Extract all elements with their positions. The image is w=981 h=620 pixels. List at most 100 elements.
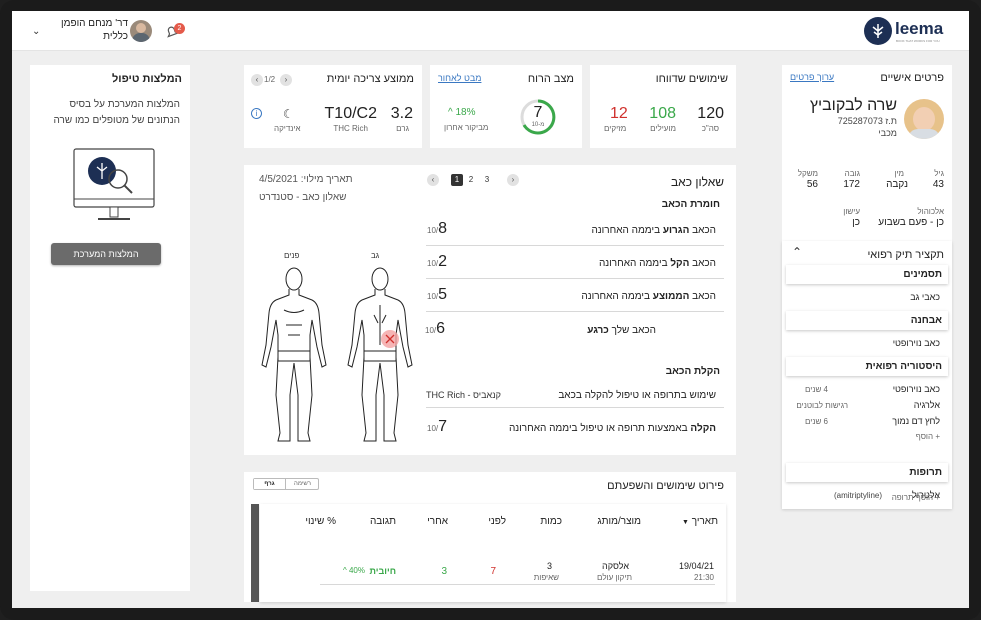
user-role: כללית: [103, 31, 128, 42]
pain-next-icon[interactable]: ›: [507, 174, 519, 186]
recommend-title: המלצות טיפול: [111, 73, 182, 85]
score-value: 7: [438, 418, 448, 435]
medical-title: תקציר תיק רפואי: [867, 249, 944, 261]
alcohol-value: כן - פעם בשבוע: [878, 217, 944, 228]
details-title: פירוט שימושים והשפעתם: [607, 480, 724, 492]
patient-hmo: מכבי: [878, 128, 897, 138]
page-2-button[interactable]: 2: [465, 174, 477, 186]
app-screen: ⌄ דר' מנחם הופמן כללית 2 leema BOOK THAT…: [12, 11, 969, 608]
avg-indication-label: אינדיקה: [274, 124, 301, 133]
usage-total-label: סה"כ: [701, 124, 719, 133]
personal-details-card: פרטים אישיים ערוך פרטים שרה לבקוביץ ת.ז …: [782, 65, 952, 241]
row-pre: הכאב שלך: [608, 325, 656, 336]
usage-helpful-value: 108: [649, 105, 676, 122]
smoking-label: עישון: [843, 207, 860, 216]
prev-icon[interactable]: ‹: [251, 74, 263, 86]
med-detail: (amitriptyline): [834, 491, 883, 500]
chevron-up-icon[interactable]: ⌃: [792, 245, 802, 259]
add-med-label: הוסף תרופה: [891, 493, 934, 502]
relief-row-score: 10/7: [427, 418, 447, 436]
pain-title: שאלון כאב: [671, 175, 724, 189]
symptom-item: כאבי גב: [910, 292, 940, 302]
col-before: לפני: [488, 516, 506, 527]
divider: [426, 407, 724, 408]
page-1-button[interactable]: 1: [451, 174, 463, 186]
row-bold: הקל: [670, 258, 690, 269]
notification-badge: 2: [174, 23, 185, 34]
avg-pager: 1/2: [264, 75, 276, 84]
relief-question: שימוש בתרופה או טיפול להקלה בכאב: [558, 390, 716, 401]
pain-row-score: 10/8: [427, 220, 447, 238]
id-label: ת.ז: [885, 116, 897, 126]
mood-title: מצב הרוח: [527, 73, 574, 85]
col-date-label: תאריך: [691, 516, 718, 527]
device-frame: ⌄ דר' מנחם הופמן כללית 2 leema BOOK THAT…: [0, 0, 981, 620]
col-qty: כמות: [540, 516, 562, 527]
history-header: היסטוריה רפואית: [786, 357, 948, 376]
next-icon[interactable]: ›: [280, 74, 292, 86]
avg-ratio-label: THC Rich: [333, 124, 368, 133]
col-date[interactable]: תאריך ▼: [682, 516, 718, 527]
row-date: 19/04/21: [678, 561, 714, 571]
symptoms-header: תסמינים: [786, 265, 948, 284]
row-bold: כרגע: [587, 325, 609, 336]
tab-graph[interactable]: גרף: [254, 479, 286, 489]
table-row[interactable]: 19/04/21 21:30 אלסקה תיקון עולם 3 שאיפות…: [260, 556, 726, 586]
patient-id-row: ת.ז 725287073: [838, 116, 897, 126]
severity-title: חומרת הכאב: [661, 199, 720, 210]
pain-type: שאלון כאב - סטנדרט: [259, 192, 347, 203]
row-qty: 3: [546, 561, 552, 571]
pain-row-label: הכאב שלך כרגע: [587, 325, 656, 336]
pain-row-label: הכאב הממוצע ביממה האחרונה: [581, 291, 716, 302]
add-history-link[interactable]: + הוסף: [916, 432, 940, 441]
score-max: 10/: [427, 292, 439, 301]
personal-title: פרטים אישיים: [880, 72, 944, 84]
score-value: 6: [436, 320, 446, 337]
col-after: אחרי: [427, 516, 448, 527]
divider: [426, 245, 724, 246]
add-med-link[interactable]: + הוסף תרופה: [892, 493, 940, 502]
info-icon[interactable]: i: [251, 108, 262, 119]
mood-history-link[interactable]: מבט לאחור: [438, 73, 481, 83]
relief-answer: קנאביס - THC Rich: [426, 390, 501, 400]
page-3-button[interactable]: 3: [481, 174, 493, 186]
user-info[interactable]: דר' מנחם הופמן כללית: [52, 18, 128, 42]
edit-details-link[interactable]: ערוך פרטים: [790, 72, 834, 82]
id-value: 725287073: [837, 116, 883, 126]
height-value: 172: [843, 179, 860, 190]
details-table: תאריך ▼ מוצר/מותג כמות לפני אחרי תגובה %…: [260, 504, 726, 602]
score-value: 2: [438, 253, 448, 270]
pain-row-score: 10/6: [425, 320, 445, 338]
row-pre: הכאב: [689, 258, 716, 269]
system-recommendations-button[interactable]: המלצות המערכת: [51, 243, 161, 265]
tab-list[interactable]: רשימה: [287, 479, 318, 489]
user-name: דר' מנחם הופמן: [61, 18, 128, 29]
divider: [426, 278, 724, 279]
pain-row-score: 10/2: [427, 253, 447, 271]
avatar[interactable]: [130, 20, 152, 42]
row-pre: הכאב: [689, 225, 716, 236]
row-brand: תיקון עולם: [597, 573, 632, 582]
chevron-down-icon[interactable]: ⌄: [32, 26, 40, 37]
history-detail: 6 שנים: [805, 417, 828, 426]
pain-prev-icon[interactable]: ‹: [427, 174, 439, 186]
history-item: אלרגיה: [913, 400, 940, 410]
scrollbar[interactable]: [251, 504, 259, 602]
row-bold: הממוצע: [652, 291, 690, 302]
mood-gauge: 7 מ-10: [519, 98, 557, 136]
recommend-text: המלצות המערכת על בסיס הנתונים של מטופלים…: [53, 99, 181, 126]
pain-date: תאריך מילוי: 4/5/2021: [259, 174, 353, 185]
mood-card: מצב הרוח מבט לאחור 7 מ-10 ^ 18% מביקור א…: [430, 65, 582, 148]
meds-header: תרופות: [786, 463, 948, 482]
row-post: באמצעות תרופה או טיפול ביממה האחרונה: [508, 423, 691, 434]
moon-icon: ☾: [283, 107, 294, 121]
mood-change: ^ 18%: [448, 107, 476, 118]
pain-row-label: הכאב הקל ביממה האחרונה: [599, 258, 716, 269]
usage-helpful-label: מועילים: [650, 124, 676, 133]
score-value: 8: [438, 220, 448, 237]
usage-total-value: 120: [697, 105, 724, 122]
avg-grams-value: 3.2: [390, 105, 413, 122]
body-back-figure: [347, 267, 413, 442]
front-label: פנים: [284, 251, 300, 260]
pain-questionnaire-card: שאלון כאב תאריך מילוי: 4/5/2021 שאלון כא…: [244, 165, 736, 455]
